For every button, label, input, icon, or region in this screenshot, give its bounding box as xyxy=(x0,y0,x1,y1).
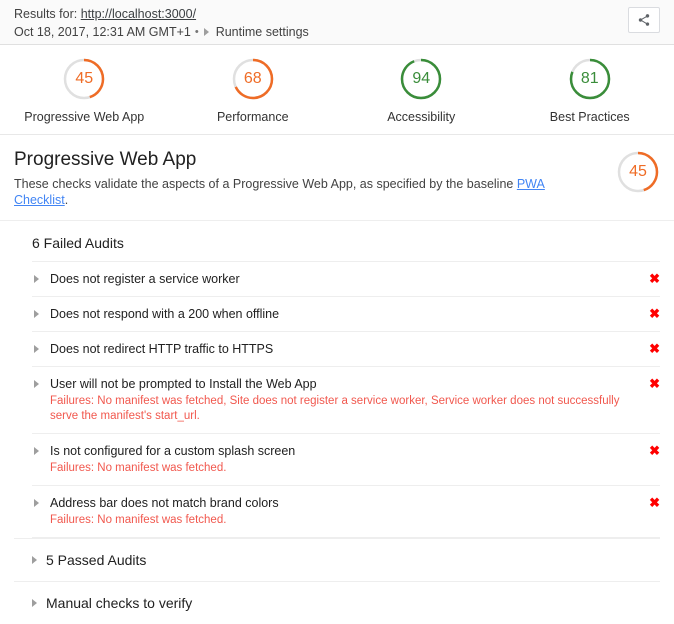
audited-url-link[interactable]: http://localhost:3000/ xyxy=(81,7,196,21)
table-row[interactable]: Does not register a service worker ✖ xyxy=(32,261,660,296)
gauge-pwa: 45 xyxy=(62,57,106,101)
gauge-best-practices: 81 xyxy=(568,57,612,101)
expand-triangle-icon[interactable] xyxy=(34,345,39,353)
gauge-label-accessibility: Accessibility xyxy=(387,110,455,124)
report-timestamp: Oct 18, 2017, 12:31 AM GMT+1 xyxy=(14,24,191,40)
expand-triangle-icon[interactable] xyxy=(34,499,39,507)
fail-x-icon: ✖ xyxy=(649,341,660,357)
separator-dot: • xyxy=(195,24,199,40)
audit-title: User will not be prompted to Install the… xyxy=(50,376,630,392)
report-header: Results for: http://localhost:3000/ Oct … xyxy=(0,0,674,45)
category-header: Progressive Web App These checks validat… xyxy=(0,135,674,221)
failed-audits-list: Does not register a service worker ✖ Doe… xyxy=(32,261,660,538)
expand-triangle-icon[interactable] xyxy=(32,556,37,564)
share-icon xyxy=(637,13,651,27)
score-gauges-strip: 45 Progressive Web App 68 Performance 94… xyxy=(0,45,674,135)
category-score-gauge: 45 xyxy=(616,150,660,194)
audit-title: Does not redirect HTTP traffic to HTTPS xyxy=(50,341,630,357)
timestamp-line: Oct 18, 2017, 12:31 AM GMT+1 • Runtime s… xyxy=(14,24,660,40)
gauge-label-performance: Performance xyxy=(217,110,289,124)
gauge-value-best-practices: 81 xyxy=(568,57,612,101)
fail-x-icon: ✖ xyxy=(649,306,660,322)
results-for-label: Results for: xyxy=(14,7,77,21)
fail-x-icon: ✖ xyxy=(649,443,660,459)
category-score-value: 45 xyxy=(616,150,660,194)
table-row[interactable]: Is not configured for a custom splash sc… xyxy=(32,433,660,485)
expand-triangle-icon[interactable] xyxy=(34,380,39,388)
gauge-value-pwa: 45 xyxy=(62,57,106,101)
score-cell-performance[interactable]: 68 Performance xyxy=(169,57,338,124)
fail-x-icon: ✖ xyxy=(649,495,660,511)
chevron-right-icon[interactable] xyxy=(204,28,209,36)
audit-title: Does not register a service worker xyxy=(50,271,630,287)
category-description-text: These checks validate the aspects of a P… xyxy=(14,177,517,191)
manual-checks-section[interactable]: Manual checks to verify xyxy=(14,581,660,624)
table-row[interactable]: Address bar does not match brand colors … xyxy=(32,485,660,538)
table-row[interactable]: Does not respond with a 200 when offline… xyxy=(32,296,660,331)
gauge-label-best-practices: Best Practices xyxy=(550,110,630,124)
expand-triangle-icon[interactable] xyxy=(32,599,37,607)
audit-title: Does not respond with a 200 when offline xyxy=(50,306,630,322)
passed-audits-section[interactable]: 5 Passed Audits xyxy=(14,538,660,581)
passed-audits-label: 5 Passed Audits xyxy=(46,552,146,568)
table-row[interactable]: Does not redirect HTTP traffic to HTTPS … xyxy=(32,331,660,366)
score-cell-best-practices[interactable]: 81 Best Practices xyxy=(506,57,674,124)
expand-triangle-icon[interactable] xyxy=(34,447,39,455)
failed-audits-title: 6 Failed Audits xyxy=(14,221,660,261)
score-cell-pwa[interactable]: 45 Progressive Web App xyxy=(0,57,169,124)
manual-checks-label: Manual checks to verify xyxy=(46,595,192,611)
audit-title: Address bar does not match brand colors xyxy=(50,495,630,511)
audit-title: Is not configured for a custom splash sc… xyxy=(50,443,630,459)
results-for-line: Results for: http://localhost:3000/ xyxy=(14,7,660,22)
runtime-settings-toggle[interactable]: Runtime settings xyxy=(216,24,309,40)
gauge-value-accessibility: 94 xyxy=(399,57,443,101)
audit-failure-text: Failures: No manifest was fetched, Site … xyxy=(50,394,630,424)
audit-failure-text: Failures: No manifest was fetched. xyxy=(50,461,630,476)
fail-x-icon: ✖ xyxy=(649,376,660,392)
page-title: Progressive Web App xyxy=(14,149,660,171)
gauge-label-pwa: Progressive Web App xyxy=(24,110,144,124)
gauge-value-performance: 68 xyxy=(231,57,275,101)
audits-section: 6 Failed Audits Does not register a serv… xyxy=(0,221,674,624)
gauge-accessibility: 94 xyxy=(399,57,443,101)
gauge-performance: 68 xyxy=(231,57,275,101)
expand-triangle-icon[interactable] xyxy=(34,275,39,283)
category-description: These checks validate the aspects of a P… xyxy=(14,176,594,208)
table-row[interactable]: User will not be prompted to Install the… xyxy=(32,366,660,433)
audit-failure-text: Failures: No manifest was fetched. xyxy=(50,513,630,528)
category-description-period: . xyxy=(65,193,68,207)
share-button[interactable] xyxy=(628,7,660,33)
expand-triangle-icon[interactable] xyxy=(34,310,39,318)
score-cell-accessibility[interactable]: 94 Accessibility xyxy=(337,57,506,124)
fail-x-icon: ✖ xyxy=(649,271,660,287)
